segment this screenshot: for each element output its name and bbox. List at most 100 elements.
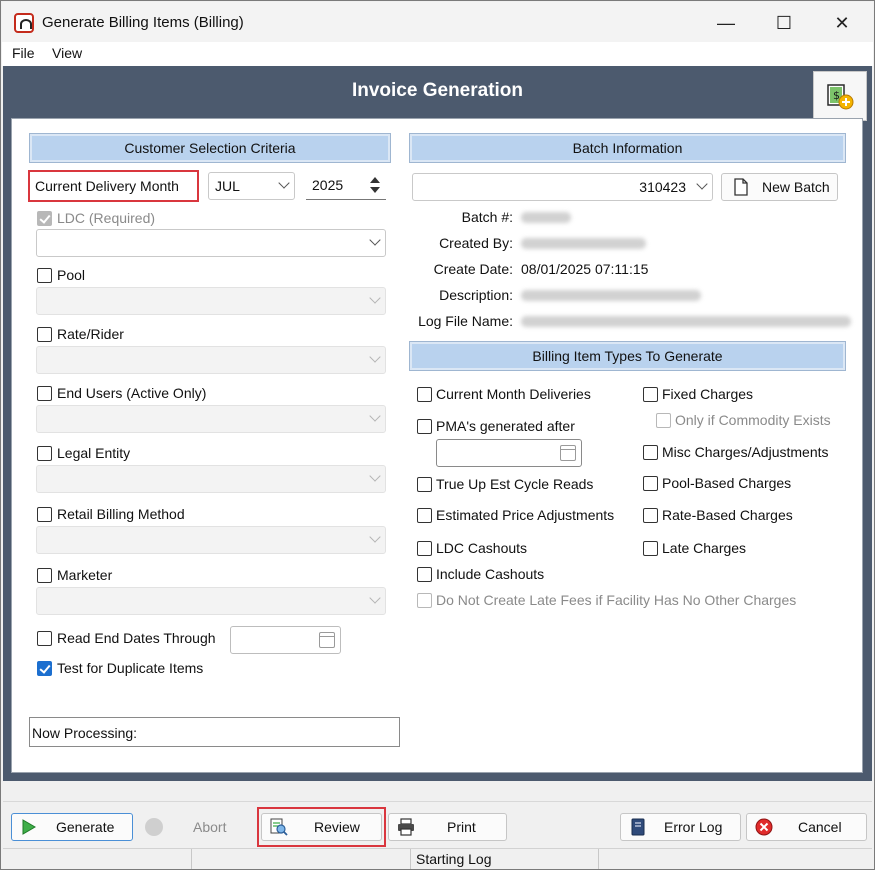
- now-processing-label: Now Processing:: [32, 725, 138, 741]
- calendar-icon[interactable]: [560, 445, 576, 461]
- create-date-label: Create Date:: [433, 261, 513, 277]
- status-separator: [598, 849, 599, 869]
- ldc-checkbox: [37, 211, 52, 226]
- cancel-icon: [755, 818, 773, 836]
- chevron-down-icon: [371, 406, 379, 432]
- cancel-button[interactable]: Cancel: [746, 813, 867, 841]
- close-window-button[interactable]: ✕: [822, 8, 862, 38]
- read-end-dates-checkbox[interactable]: [37, 631, 52, 646]
- rate-based-charges-checkbox[interactable]: [643, 508, 658, 523]
- menu-file[interactable]: File: [12, 45, 35, 61]
- review-search-icon: [270, 818, 288, 836]
- status-log-text: Starting Log: [416, 851, 492, 867]
- chevron-down-icon: [698, 174, 706, 200]
- true-up-checkbox[interactable]: [417, 477, 432, 492]
- pmas-generated-after-label: PMA's generated after: [436, 418, 575, 434]
- review-button[interactable]: Review: [261, 813, 382, 841]
- true-up-label: True Up Est Cycle Reads: [436, 476, 594, 492]
- marketer-checkbox[interactable]: [37, 568, 52, 583]
- no-late-fees-label: Do Not Create Late Fees if Facility Has …: [436, 592, 797, 608]
- billing-item-types-heading: Billing Item Types To Generate: [409, 341, 846, 371]
- print-label: Print: [447, 819, 476, 835]
- rate-rider-select[interactable]: [36, 346, 386, 374]
- abort-button[interactable]: Abort: [141, 813, 251, 841]
- rate-rider-checkbox[interactable]: [37, 327, 52, 342]
- current-delivery-month-label: Current Delivery Month: [35, 178, 179, 194]
- status-bar-border: [3, 848, 872, 849]
- legal-entity-label: Legal Entity: [57, 445, 131, 461]
- pmas-date-field[interactable]: [436, 439, 582, 467]
- ldc-label: LDC (Required): [57, 210, 156, 226]
- chevron-down-icon: [371, 347, 379, 373]
- no-late-fees-checkbox: [417, 593, 432, 608]
- retail-billing-method-select[interactable]: [36, 526, 386, 554]
- end-users-checkbox[interactable]: [37, 386, 52, 401]
- minimize-button[interactable]: —: [706, 8, 746, 38]
- misc-charges-checkbox[interactable]: [643, 445, 658, 460]
- include-cashouts-label: Include Cashouts: [436, 566, 545, 582]
- month-select-value: JUL: [215, 178, 240, 194]
- spinner-arrows-icon[interactable]: [368, 174, 382, 196]
- window-title: Generate Billing Items (Billing): [42, 14, 244, 31]
- chevron-down-icon: [371, 288, 379, 314]
- legal-entity-checkbox[interactable]: [37, 446, 52, 461]
- new-batch-button[interactable]: New Batch: [721, 173, 838, 201]
- maximize-button[interactable]: ☐: [764, 8, 804, 38]
- cancel-label: Cancel: [798, 819, 842, 835]
- page-title: Invoice Generation: [351, 80, 524, 101]
- fixed-charges-label: Fixed Charges: [662, 386, 754, 402]
- review-label: Review: [314, 819, 360, 835]
- pool-based-charges-checkbox[interactable]: [643, 476, 658, 491]
- batch-number-redacted: [521, 212, 571, 223]
- created-by-redacted: [521, 238, 646, 249]
- batch-number-label: Batch #:: [461, 209, 513, 225]
- menu-view[interactable]: View: [52, 45, 82, 61]
- abort-label: Abort: [193, 819, 227, 835]
- current-month-deliveries-checkbox[interactable]: [417, 387, 432, 402]
- late-charges-checkbox[interactable]: [643, 541, 658, 556]
- test-duplicates-checkbox[interactable]: [37, 661, 52, 676]
- retail-billing-method-label: Retail Billing Method: [57, 506, 185, 522]
- chevron-down-icon: [371, 588, 379, 614]
- batch-select[interactable]: 310423: [412, 173, 713, 201]
- now-processing-field: Now Processing:: [29, 717, 400, 747]
- legal-entity-select[interactable]: [36, 465, 386, 493]
- marketer-select[interactable]: [36, 587, 386, 615]
- year-spinner[interactable]: 2025: [306, 172, 386, 200]
- calendar-icon[interactable]: [319, 632, 335, 648]
- retail-billing-method-checkbox[interactable]: [37, 507, 52, 522]
- new-invoice-button[interactable]: $: [813, 71, 867, 121]
- estimated-price-adjustments-checkbox[interactable]: [417, 508, 432, 523]
- include-cashouts-checkbox[interactable]: [417, 567, 432, 582]
- current-month-deliveries-label: Current Month Deliveries: [436, 386, 591, 402]
- customer-selection-heading: Customer Selection Criteria: [29, 133, 391, 163]
- pool-select[interactable]: [36, 287, 386, 315]
- printer-icon: [398, 818, 414, 836]
- only-if-commodity-checkbox: [656, 413, 671, 428]
- pmas-generated-after-checkbox[interactable]: [417, 419, 432, 434]
- end-users-label: End Users (Active Only): [57, 385, 207, 401]
- end-users-select[interactable]: [36, 405, 386, 433]
- app-logo-icon: [14, 13, 34, 33]
- ldc-cashouts-checkbox[interactable]: [417, 541, 432, 556]
- month-select[interactable]: JUL: [208, 172, 295, 200]
- read-end-dates-field[interactable]: [230, 626, 341, 654]
- fixed-charges-checkbox[interactable]: [643, 387, 658, 402]
- chevron-down-icon: [371, 466, 379, 492]
- batch-select-value: 310423: [639, 179, 686, 195]
- play-icon: [22, 819, 36, 835]
- batch-information-heading: Batch Information: [409, 133, 846, 163]
- title-bar: Generate Billing Items (Billing) — ☐ ✕: [2, 2, 873, 42]
- error-log-button[interactable]: Error Log: [620, 813, 741, 841]
- print-button[interactable]: Print: [388, 813, 507, 841]
- pool-label: Pool: [57, 267, 86, 283]
- ldc-select[interactable]: [36, 229, 386, 257]
- stop-icon: [145, 818, 163, 836]
- pool-checkbox[interactable]: [37, 268, 52, 283]
- generate-button[interactable]: Generate: [11, 813, 133, 841]
- log-book-icon: [631, 818, 645, 836]
- late-charges-label: Late Charges: [662, 540, 747, 556]
- status-separator: [410, 849, 411, 869]
- create-date-value: 08/01/2025 07:11:15: [521, 261, 649, 277]
- rate-based-charges-label: Rate-Based Charges: [662, 507, 793, 523]
